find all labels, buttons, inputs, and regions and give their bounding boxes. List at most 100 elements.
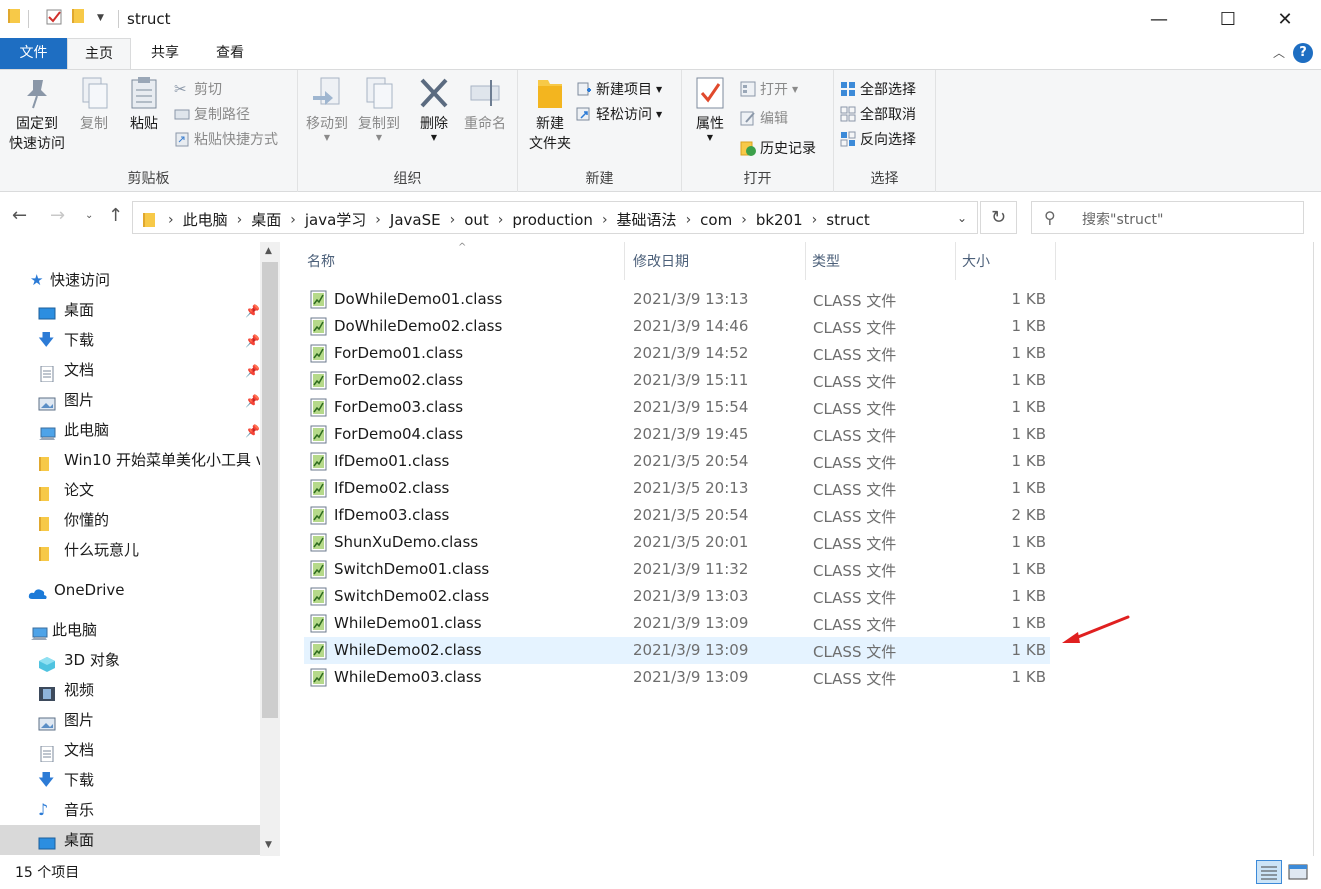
nav-item-folder[interactable]: 论文	[38, 475, 94, 505]
nav-quick-access[interactable]: ★ 快速访问	[30, 265, 110, 295]
pin-icon[interactable]: 📌	[245, 424, 260, 438]
column-divider[interactable]	[955, 242, 956, 280]
collapse-ribbon-icon[interactable]: ︿	[1273, 44, 1285, 61]
paste-button[interactable]: 粘贴	[124, 76, 164, 134]
pin-icon[interactable]: 📌	[245, 364, 260, 378]
breadcrumb-item[interactable]: 桌面	[251, 209, 281, 230]
forward-arrow-icon[interactable]: →	[50, 205, 65, 226]
file-row[interactable]: DoWhileDemo01.class 2021/3/9 13:13 CLASS 文…	[304, 286, 1050, 313]
column-header-size[interactable]: 大小	[962, 251, 990, 271]
breadcrumb-item[interactable]: com	[700, 211, 732, 229]
nav-onedrive[interactable]: OneDrive	[28, 575, 125, 605]
breadcrumb-item[interactable]: production	[512, 211, 593, 229]
chevron-right-icon[interactable]: ›	[812, 212, 818, 228]
pin-icon[interactable]: 📌	[245, 334, 260, 348]
file-row[interactable]: WhileDemo02.class 2021/3/9 13:09 CLASS 文件 1…	[304, 637, 1050, 664]
tab-file[interactable]: 文件	[0, 38, 67, 69]
breadcrumb-item[interactable]: 基础语法	[617, 209, 677, 230]
easy-access-button[interactable]: 轻松访问 ▼	[576, 103, 662, 125]
invert-selection-button[interactable]: 反向选择	[840, 128, 916, 150]
copy-path-button[interactable]: 复制路径	[174, 103, 250, 125]
select-none-button[interactable]: 全部取消	[840, 103, 916, 125]
file-row[interactable]: SwitchDemo02.class 2021/3/9 13:03 CLASS 文件…	[304, 583, 1050, 610]
history-button[interactable]: 历史记录	[740, 137, 816, 159]
nav-item-3d-objects[interactable]: 3D 对象	[38, 645, 120, 675]
nav-item-music[interactable]: ♪ 音乐	[38, 795, 94, 825]
scrollbar-thumb[interactable]	[262, 262, 278, 718]
tab-view[interactable]: 查看	[201, 38, 259, 69]
file-row[interactable]: SwitchDemo01.class 2021/3/9 11:32 CLASS 文件…	[304, 556, 1050, 583]
minimize-button[interactable]: —	[1136, 0, 1182, 38]
chevron-right-icon[interactable]: ›	[741, 212, 747, 228]
close-button[interactable]: ✕	[1262, 0, 1308, 38]
edit-button[interactable]: 编辑	[740, 107, 788, 129]
nav-item-downloads[interactable]: 🡇 下载	[38, 765, 94, 795]
column-header-type[interactable]: 类型	[812, 251, 840, 271]
column-header-name[interactable]: 名称	[307, 251, 335, 271]
file-row[interactable]: ForDemo03.class 2021/3/9 15:54 CLASS 文件 1 K…	[304, 394, 1050, 421]
breadcrumb-item[interactable]: JavaSE	[390, 211, 441, 229]
nav-item-desktop[interactable]: 桌面	[38, 825, 94, 855]
nav-scrollbar[interactable]: ▲ ▼	[260, 242, 280, 856]
new-folder-quick-icon[interactable]	[72, 9, 84, 23]
file-row[interactable]: IfDemo01.class 2021/3/5 20:54 CLASS 文件 1 KB	[304, 448, 1050, 475]
copy-to-button[interactable]: 复制到 ▼	[354, 76, 404, 142]
breadcrumb-item[interactable]: 此电脑	[183, 209, 228, 230]
file-row[interactable]: IfDemo03.class 2021/3/5 20:54 CLASS 文件 2 KB	[304, 502, 1050, 529]
address-dropdown-chevron-icon[interactable]: ⌄	[957, 211, 967, 225]
recent-locations-chevron-icon[interactable]: ⌄	[85, 210, 93, 221]
nav-item-this-pc[interactable]: 此电脑	[38, 415, 109, 445]
file-row[interactable]: IfDemo02.class 2021/3/5 20:13 CLASS 文件 1 KB	[304, 475, 1050, 502]
address-bar[interactable]: › 此电脑 › 桌面 › java学习 › JavaSE › out › pro…	[132, 201, 978, 234]
nav-item-folder[interactable]: 你懂的	[38, 505, 109, 535]
column-header-date[interactable]: 修改日期	[633, 251, 689, 271]
new-folder-button[interactable]: 新建 文件夹	[522, 76, 578, 154]
file-row[interactable]: ShunXuDemo.class 2021/3/5 20:01 CLASS 文件 1 …	[304, 529, 1050, 556]
open-button[interactable]: 打开 ▼	[740, 78, 798, 100]
nav-item-pictures[interactable]: 图片	[38, 705, 94, 735]
file-row[interactable]: ForDemo01.class 2021/3/9 14:52 CLASS 文件 1 K…	[304, 340, 1050, 367]
file-row[interactable]: ForDemo02.class 2021/3/9 15:11 CLASS 文件 1 K…	[304, 367, 1050, 394]
delete-button[interactable]: 删除 ▼	[414, 76, 454, 142]
select-all-button[interactable]: 全部选择	[840, 78, 916, 100]
nav-item-desktop[interactable]: 桌面	[38, 295, 94, 325]
file-row[interactable]: WhileDemo03.class 2021/3/9 13:09 CLASS 文件 1…	[304, 664, 1050, 691]
nav-item-pictures[interactable]: 图片	[38, 385, 94, 415]
up-arrow-icon[interactable]: ↑	[108, 205, 123, 226]
chevron-right-icon[interactable]: ›	[498, 212, 504, 228]
scroll-up-icon[interactable]: ▲	[265, 246, 272, 256]
nav-item-documents[interactable]: 文档	[38, 735, 94, 765]
chevron-right-icon[interactable]: ›	[168, 212, 174, 228]
file-row[interactable]: WhileDemo01.class 2021/3/9 13:09 CLASS 文件 1…	[304, 610, 1050, 637]
pin-to-quick-access-button[interactable]: 固定到 快速访问	[4, 76, 70, 154]
scroll-down-icon[interactable]: ▼	[265, 840, 272, 850]
chevron-right-icon[interactable]: ›	[375, 212, 381, 228]
breadcrumb-item[interactable]: bk201	[756, 211, 803, 229]
breadcrumb-item[interactable]: out	[464, 211, 489, 229]
nav-item-folder[interactable]: Win10 开始菜单美化小工具 v	[38, 445, 260, 475]
paste-shortcut-button[interactable]: 粘贴快捷方式	[174, 128, 278, 150]
cut-button[interactable]: ✂ 剪切	[174, 78, 222, 100]
refresh-button[interactable]: ↻	[980, 201, 1017, 234]
help-icon[interactable]: ?	[1293, 43, 1313, 63]
nav-item-videos[interactable]: 视频	[38, 675, 94, 705]
chevron-right-icon[interactable]: ›	[450, 212, 456, 228]
copy-button[interactable]: 复制	[74, 76, 114, 134]
file-row[interactable]: DoWhileDemo02.class 2021/3/9 14:46 CLASS 文…	[304, 313, 1050, 340]
pin-icon[interactable]: 📌	[245, 304, 260, 318]
breadcrumb-item[interactable]: java学习	[305, 209, 366, 230]
column-divider[interactable]	[624, 242, 625, 280]
properties-button[interactable]: 属性 ▼	[686, 76, 734, 142]
tab-home[interactable]: 主页	[67, 38, 131, 69]
chevron-right-icon[interactable]: ›	[237, 212, 243, 228]
nav-this-pc[interactable]: 此电脑	[30, 615, 97, 645]
chevron-right-icon[interactable]: ›	[602, 212, 608, 228]
new-item-button[interactable]: 新建项目 ▼	[576, 78, 662, 100]
large-icons-view-button[interactable]	[1285, 860, 1311, 884]
nav-item-documents[interactable]: 文档	[38, 355, 94, 385]
breadcrumb-item[interactable]: struct	[826, 211, 870, 229]
maximize-button[interactable]: ☐	[1205, 0, 1251, 38]
nav-item-folder[interactable]: 什么玩意儿	[38, 535, 139, 565]
move-to-button[interactable]: 移动到 ▼	[302, 76, 352, 142]
customize-dropdown-icon[interactable]: ▼	[97, 13, 104, 23]
